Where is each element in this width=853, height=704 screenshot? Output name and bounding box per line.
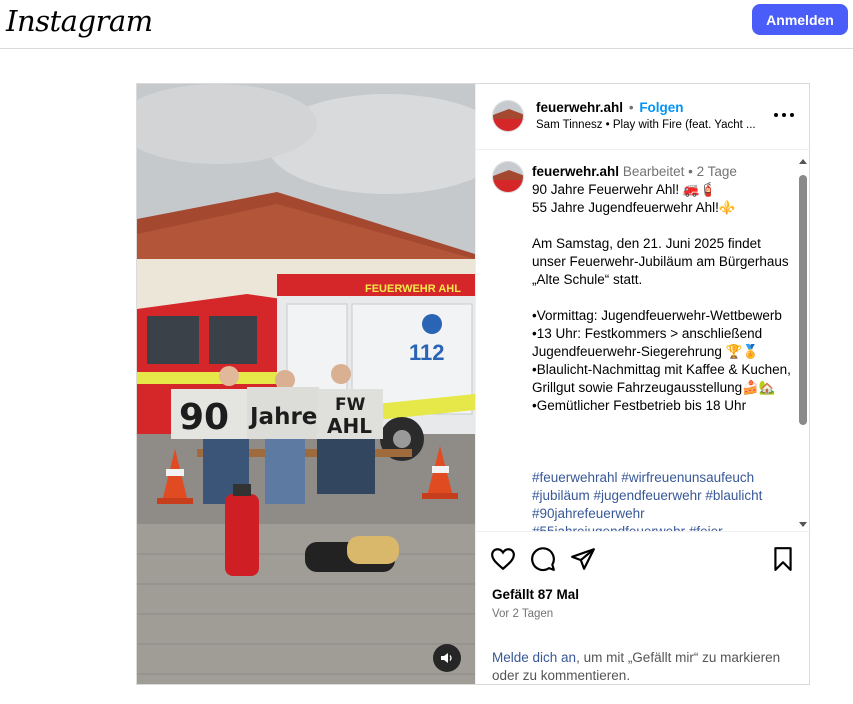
post-header: feuerwehr.ahl • Folgen Sam Tinnesz • Pla… bbox=[476, 84, 811, 150]
scrollbar-thumb[interactable] bbox=[799, 175, 807, 425]
login-link[interactable]: Melde dich an bbox=[492, 650, 576, 665]
caption-scrollbar[interactable] bbox=[798, 159, 808, 527]
login-button[interactable]: Anmelden bbox=[752, 4, 848, 35]
sign-90: 90 bbox=[179, 397, 229, 438]
post-card: FEUERWEHR AHL 112 90 Jahre FW AHL feuerw… bbox=[136, 83, 811, 685]
scroll-up-arrow[interactable] bbox=[799, 159, 807, 164]
sign-fw: FW bbox=[335, 395, 366, 415]
sign-jahre: Jahre bbox=[248, 404, 317, 430]
caption-text: 90 Jahre Feuerwehr Ahl! 🚒🧯 55 Jahre Juge… bbox=[532, 182, 791, 413]
post-author-line: feuerwehr.ahl • Folgen bbox=[536, 100, 684, 115]
edited-label: Bearbeitet bbox=[622, 164, 685, 179]
speaker-icon bbox=[441, 653, 452, 663]
post-photo: FEUERWEHR AHL 112 90 Jahre FW AHL bbox=[137, 84, 475, 684]
audio-attribution[interactable]: Sam Tinnesz • Play with Fire (feat. Yach… bbox=[536, 119, 766, 131]
truck-number: 112 bbox=[409, 340, 445, 365]
header-separator: • bbox=[628, 100, 634, 115]
post-sidebar: feuerwehr.ahl • Folgen Sam Tinnesz • Pla… bbox=[475, 84, 811, 684]
caption-separator: • bbox=[688, 164, 693, 179]
post-author-username[interactable]: feuerwehr.ahl bbox=[536, 100, 623, 115]
caption-age[interactable]: 2 Tage bbox=[697, 164, 737, 179]
bookmark-icon[interactable] bbox=[770, 546, 796, 572]
instagram-logo[interactable]: Instagram bbox=[6, 4, 153, 38]
caption-username[interactable]: feuerwehr.ahl bbox=[532, 164, 619, 179]
post-actions: Gefällt 87 Mal Vor 2 Tagen Melde dich an… bbox=[476, 531, 811, 684]
author-avatar[interactable] bbox=[492, 100, 524, 132]
scroll-down-arrow[interactable] bbox=[799, 522, 807, 527]
follow-button[interactable]: Folgen bbox=[639, 100, 683, 115]
more-horizontal-icon[interactable] bbox=[774, 110, 794, 120]
post-date[interactable]: Vor 2 Tagen bbox=[492, 608, 553, 620]
comment-icon[interactable] bbox=[530, 546, 556, 572]
caption-header: feuerwehr.ahl Bearbeitet • 2 Tage bbox=[532, 164, 737, 179]
caption-hashtags[interactable]: #feuerwehrahl #wirfreuenunsaufeuch #jubi… bbox=[532, 469, 794, 531]
like-count[interactable]: Gefällt 87 Mal bbox=[492, 587, 579, 602]
caption-scroll-area[interactable]: feuerwehr.ahl Bearbeitet • 2 Tage 90 Jah… bbox=[476, 151, 811, 531]
truck-label: FEUERWEHR AHL bbox=[365, 283, 461, 295]
top-navigation-bar: Instagram Anmelden bbox=[0, 0, 853, 49]
sign-ahl: AHL bbox=[327, 414, 372, 438]
heart-icon[interactable] bbox=[490, 546, 516, 572]
login-prompt: Melde dich an, um mit „Gefällt mir“ zu m… bbox=[492, 649, 802, 685]
caption-avatar[interactable] bbox=[492, 161, 524, 193]
share-icon[interactable] bbox=[570, 546, 596, 572]
post-media[interactable]: FEUERWEHR AHL 112 90 Jahre FW AHL bbox=[137, 84, 475, 684]
sound-toggle-button[interactable] bbox=[433, 644, 461, 672]
